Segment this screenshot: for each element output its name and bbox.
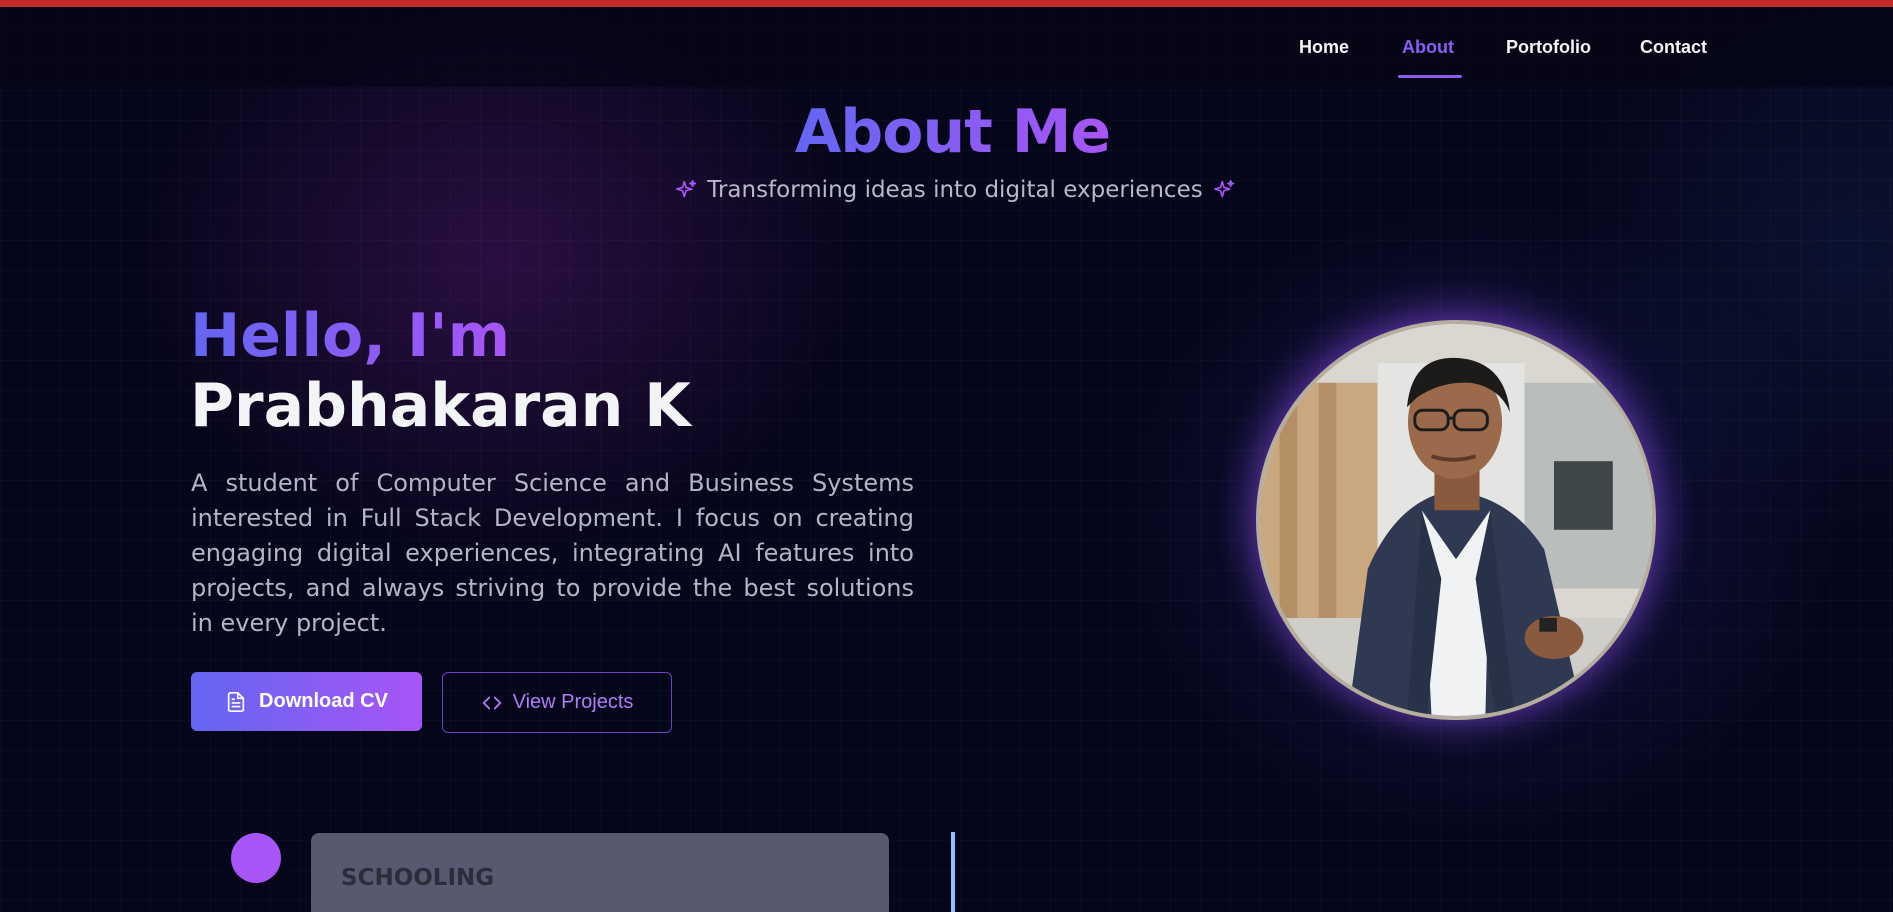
sparkle-icon — [676, 179, 697, 198]
timeline-card-title: SCHOOLING — [341, 865, 495, 891]
subtitle-row: Transforming ideas into digital experien… — [675, 172, 1235, 208]
person-name: Prabhakaran K — [190, 371, 691, 441]
download-cv-label: Download CV — [259, 690, 388, 712]
download-cv-button[interactable]: Download CV — [191, 672, 422, 731]
avatar — [1256, 320, 1656, 720]
nav-contact[interactable]: Contact — [1640, 37, 1707, 58]
nav-portofolio[interactable]: Portofolio — [1506, 37, 1591, 58]
browser-top-bar — [0, 0, 1893, 7]
file-text-icon — [227, 691, 245, 712]
profile-photo — [1260, 324, 1652, 716]
view-projects-button[interactable]: View Projects — [442, 672, 672, 733]
nav-about[interactable]: About — [1402, 37, 1454, 58]
bio-text: A student of Computer Science and Busine… — [191, 469, 914, 637]
code-icon — [482, 696, 501, 709]
section-title-text: About Me — [794, 97, 1111, 167]
sparkle-icon — [1213, 179, 1234, 198]
greeting-text: Hello, I'm — [190, 301, 511, 371]
nav-home[interactable]: Home — [1299, 37, 1349, 58]
view-projects-label: View Projects — [512, 691, 634, 713]
subtitle-text: Transforming ideas into digital experien… — [707, 177, 1203, 203]
section-title: About Me — [0, 96, 1893, 168]
timeline-dot — [231, 833, 281, 883]
timeline-line — [951, 832, 955, 912]
greeting: Hello, I'm — [190, 300, 510, 372]
nav-active-underline — [1398, 75, 1462, 78]
timeline-card-schooling: SCHOOLING — [311, 833, 889, 912]
navbar: Home About Portofolio Contact — [0, 7, 1893, 87]
